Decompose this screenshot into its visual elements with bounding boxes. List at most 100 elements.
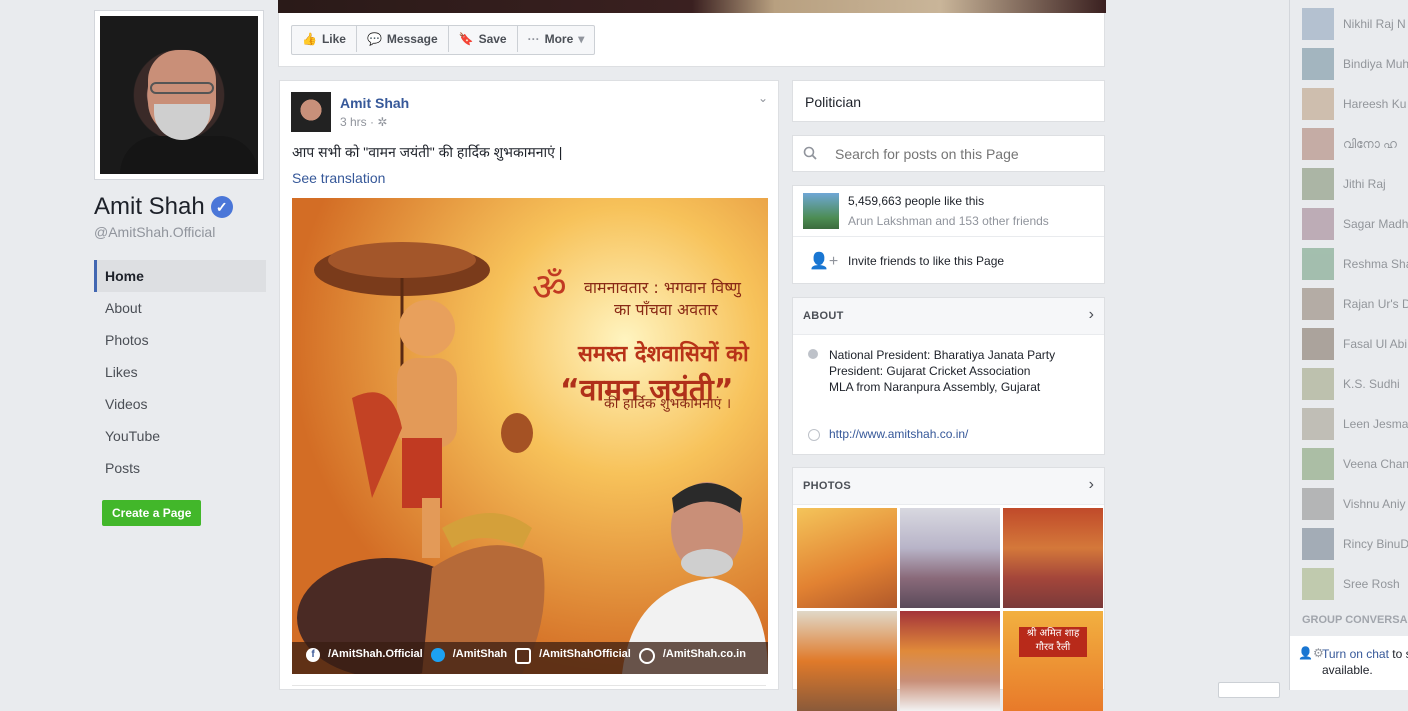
contact-avatar	[1302, 528, 1334, 560]
nav-item-about[interactable]: About	[94, 292, 266, 324]
chat-contact[interactable]: Veena Chan	[1302, 448, 1408, 480]
more-label: More	[544, 32, 574, 46]
likes-count[interactable]: 5,459,663 people like this	[848, 194, 984, 208]
profile-picture[interactable]	[94, 10, 264, 180]
page-search-box	[792, 135, 1105, 173]
verified-badge-icon: ✓	[210, 196, 233, 218]
contact-avatar	[1302, 288, 1334, 320]
post-options-chevron-icon[interactable]: ⌄	[758, 91, 768, 105]
social-facebook-label: /AmitShah.Official	[328, 648, 423, 660]
contact-name: Reshma Sha	[1343, 257, 1408, 271]
contact-avatar	[1302, 488, 1334, 520]
chat-contact[interactable]: Bindiya Muh	[1302, 48, 1408, 80]
chat-contact[interactable]: Rincy BinuD	[1302, 528, 1408, 560]
nav-item-home[interactable]: Home	[94, 260, 266, 292]
chat-contact[interactable]: Sagar Madh	[1302, 208, 1408, 240]
contact-name: Fasal Ul Abi	[1343, 337, 1408, 351]
chat-search-box[interactable]	[1218, 682, 1280, 698]
invite-friends-link[interactable]: Invite friends to like this Page	[848, 254, 1004, 268]
about-card: ABOUT › National President: Bharatiya Ja…	[792, 297, 1105, 455]
photo-thumbnail[interactable]	[797, 611, 897, 711]
friends-who-like[interactable]: Arun Lakshman and 153 other friends	[848, 214, 1049, 228]
post-author-link[interactable]: Amit Shah	[340, 95, 409, 111]
facebook-icon: f	[306, 648, 320, 662]
see-translation-link[interactable]: See translation	[292, 170, 385, 186]
chat-contact[interactable]: Hareesh Ku	[1302, 88, 1408, 120]
more-button[interactable]: ··· More ▾	[518, 26, 595, 52]
search-icon	[803, 146, 817, 160]
contact-name: Sagar Madh	[1343, 217, 1408, 231]
image-title-line1: वामनावतार : भगवान विष्णु	[584, 278, 741, 297]
photo-thumbnail[interactable]	[900, 611, 1000, 711]
page-name-text[interactable]: Amit Shah	[94, 193, 205, 221]
web-icon	[638, 648, 655, 664]
info-icon	[808, 349, 818, 359]
chat-contact[interactable]: Nikhil Raj N	[1302, 8, 1408, 40]
photos-header[interactable]: PHOTOS ›	[793, 468, 1104, 505]
om-symbol: ॐ	[532, 265, 567, 309]
photo-thumbnail[interactable]	[797, 508, 897, 608]
chat-contact[interactable]: Reshma Sha	[1302, 248, 1408, 280]
website-link[interactable]: http://www.amitshah.co.in/	[829, 427, 968, 441]
image-greeting-line3: की हार्दिक शुभकामनाएं ।	[604, 396, 732, 412]
photos-heading: PHOTOS	[803, 480, 852, 492]
page-handle[interactable]: @AmitShah.Official	[94, 224, 215, 240]
chat-contact[interactable]: K.S. Sudhi	[1302, 368, 1408, 400]
contact-avatar	[1302, 8, 1334, 40]
contact-avatar	[1302, 208, 1334, 240]
contact-avatar	[1302, 168, 1334, 200]
nav-item-posts[interactable]: Posts	[94, 452, 266, 484]
about-header[interactable]: ABOUT ›	[793, 298, 1104, 335]
post-text: आप सभी को "वामन जयंती" की हार्दिक शुभकाम…	[292, 144, 563, 160]
globe-icon	[808, 429, 820, 441]
chat-contact[interactable]: Fasal Ul Abi	[1302, 328, 1408, 360]
turn-on-chat-panel: 👤⚙ Turn on chat to s available.	[1290, 636, 1408, 690]
contact-avatar	[1302, 128, 1334, 160]
save-button[interactable]: 🔖 Save	[449, 26, 518, 52]
caret-down-icon: ▾	[578, 32, 585, 46]
page-title[interactable]: Amit Shah ✓	[94, 193, 233, 221]
image-title-line2: का पाँचवा अवतार	[614, 300, 718, 319]
nav-item-youtube[interactable]: YouTube	[94, 420, 266, 452]
contact-avatar	[1302, 328, 1334, 360]
profile-photo	[100, 16, 258, 174]
search-posts-input[interactable]	[833, 136, 1097, 173]
nav-item-videos[interactable]: Videos	[94, 388, 266, 420]
friend-like-thumbnail[interactable]	[803, 193, 839, 229]
chat-contact[interactable]: Rajan Ur's D	[1302, 288, 1408, 320]
chevron-right-icon[interactable]: ›	[1089, 476, 1094, 494]
contact-avatar	[1302, 408, 1334, 440]
post-card: Amit Shah 3 hrs · ✲ ⌄ आप सभी को "वामन जय…	[279, 80, 779, 690]
post-image[interactable]: ॐ वामनावतार : भगवान विष्णु का पाँचवा अवत…	[292, 198, 768, 674]
message-button[interactable]: 💬 Message	[357, 26, 449, 52]
cover-photo[interactable]	[278, 0, 1106, 13]
chat-sidebar: Nikhil Raj N Bindiya Muh Hareesh Ku വിനോ ഹ J…	[1289, 0, 1408, 690]
about-line: President: Gujarat Cricket Association	[829, 364, 1031, 378]
chevron-right-icon[interactable]: ›	[1089, 306, 1094, 324]
post-timestamp[interactable]: 3 hrs · ✲	[340, 115, 387, 129]
post-author-avatar[interactable]	[291, 92, 331, 132]
chat-contact[interactable]: Jithi Raj	[1302, 168, 1408, 200]
thumbs-up-icon: 👍	[302, 32, 317, 46]
page-category[interactable]: Politician	[805, 94, 861, 110]
create-page-button[interactable]: Create a Page	[102, 500, 202, 526]
chat-contact[interactable]: Leen Jesma	[1302, 408, 1408, 440]
contact-avatar	[1302, 368, 1334, 400]
post-time[interactable]: 3 hrs ·	[340, 115, 377, 129]
photo-thumbnail[interactable]	[1003, 508, 1103, 608]
photo-thumbnail[interactable]: श्री अमित शाह गौरव रैली	[1003, 611, 1103, 711]
chat-contact[interactable]: വിനോ ഹ	[1302, 128, 1408, 160]
like-button[interactable]: 👍 Like	[292, 26, 357, 52]
category-card: Politician	[792, 80, 1105, 122]
contact-avatar	[1302, 88, 1334, 120]
nav-item-likes[interactable]: Likes	[94, 356, 266, 388]
turn-on-chat-link[interactable]: Turn on chat	[1322, 647, 1389, 661]
chat-contact[interactable]: Vishnu Aniy	[1302, 488, 1408, 520]
photo-thumbnail[interactable]	[900, 508, 1000, 608]
contact-name: Nikhil Raj N	[1343, 17, 1406, 31]
like-label: Like	[321, 32, 346, 46]
nav-item-photos[interactable]: Photos	[94, 324, 266, 356]
turn-on-chat-message: Turn on chat to s available.	[1322, 646, 1408, 678]
chat-contact[interactable]: Sree Rosh	[1302, 568, 1408, 600]
action-button-group: 👍 Like 💬 Message 🔖 Save ··· More ▾	[291, 25, 596, 55]
